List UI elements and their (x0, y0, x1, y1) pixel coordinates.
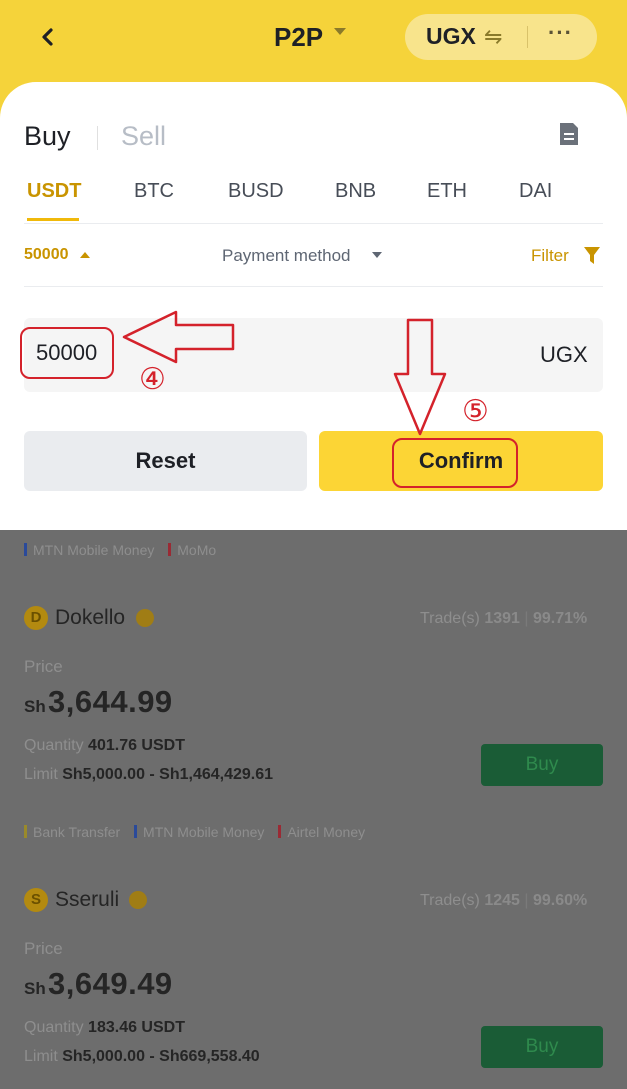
limit: Limit Sh5,000.00 - Sh1,464,429.61 (24, 766, 274, 783)
limit: Limit Sh5,000.00 - Sh669,558.40 (24, 1048, 260, 1065)
payment-tags: MTN Mobile Money MoMo (24, 542, 216, 558)
annotation-highlight-confirm (392, 438, 518, 488)
coin-tab-bnb[interactable]: BNB (335, 180, 376, 203)
divider (24, 223, 603, 224)
quantity: Quantity 401.76 USDT (24, 737, 185, 754)
reset-button[interactable]: Reset (24, 431, 307, 491)
annotation-step-5: ⑤ (462, 394, 489, 429)
buy-button[interactable]: Buy (481, 744, 603, 786)
annotation-highlight-amount (20, 327, 114, 379)
fiat-currency-button[interactable]: UGX (426, 23, 476, 50)
swap-icon[interactable]: ⇋ (484, 24, 502, 50)
amount-unit: UGX (540, 342, 588, 367)
price-label: Price (24, 939, 63, 958)
merchant-name[interactable]: Dokello (55, 606, 125, 630)
merchant-name[interactable]: Sseruli (55, 888, 119, 912)
trade-stats: Trade(s) 1245 | 99.60% (420, 892, 588, 909)
caret-down-icon[interactable] (372, 252, 382, 258)
more-options-icon[interactable]: ··· (548, 20, 573, 46)
trade-stats: Trade(s) 1391 | 99.71% (420, 610, 588, 627)
caret-up-icon[interactable] (80, 252, 90, 258)
quantity: Quantity 183.46 USDT (24, 1019, 185, 1036)
title-dropdown-caret-icon[interactable] (334, 28, 346, 35)
pill-divider (527, 26, 528, 48)
currency-symbol: Sh (24, 697, 46, 716)
amount-filter[interactable]: 50000 (24, 246, 69, 264)
price-label: Price (24, 657, 63, 676)
merchant-avatar: S (24, 888, 48, 912)
filter-button[interactable]: Filter (531, 246, 569, 266)
active-tab-indicator (27, 218, 79, 221)
price-value: 3,649.49 (48, 966, 173, 1001)
tab-buy[interactable]: Buy (24, 121, 71, 152)
coin-tab-btc[interactable]: BTC (134, 180, 174, 203)
annotation-arrow-left-icon (122, 310, 235, 364)
payment-tags: Bank Transfer MTN Mobile Money Airtel Mo… (24, 824, 365, 840)
payment-method-filter[interactable]: Payment method (222, 246, 351, 266)
price-value: 3,644.99 (48, 684, 173, 719)
coin-tab-usdt[interactable]: USDT (27, 180, 81, 203)
back-arrow-icon[interactable] (34, 22, 64, 52)
divider (24, 286, 603, 287)
funnel-icon[interactable] (584, 247, 600, 265)
tab-divider (97, 126, 98, 150)
coin-tab-busd[interactable]: BUSD (228, 180, 284, 203)
orders-document-icon[interactable] (558, 122, 580, 146)
coin-tab-eth[interactable]: ETH (427, 180, 467, 203)
merchant-avatar: D (24, 606, 48, 630)
currency-symbol: Sh (24, 979, 46, 998)
tab-sell[interactable]: Sell (121, 121, 166, 152)
coin-tab-dai[interactable]: DAI (519, 180, 552, 203)
verified-badge-icon (129, 891, 147, 909)
annotation-arrow-down-icon (393, 318, 447, 436)
annotation-step-4: ④ (139, 362, 166, 397)
page-title[interactable]: P2P (274, 22, 323, 53)
verified-badge-icon (136, 609, 154, 627)
buy-button[interactable]: Buy (481, 1026, 603, 1068)
